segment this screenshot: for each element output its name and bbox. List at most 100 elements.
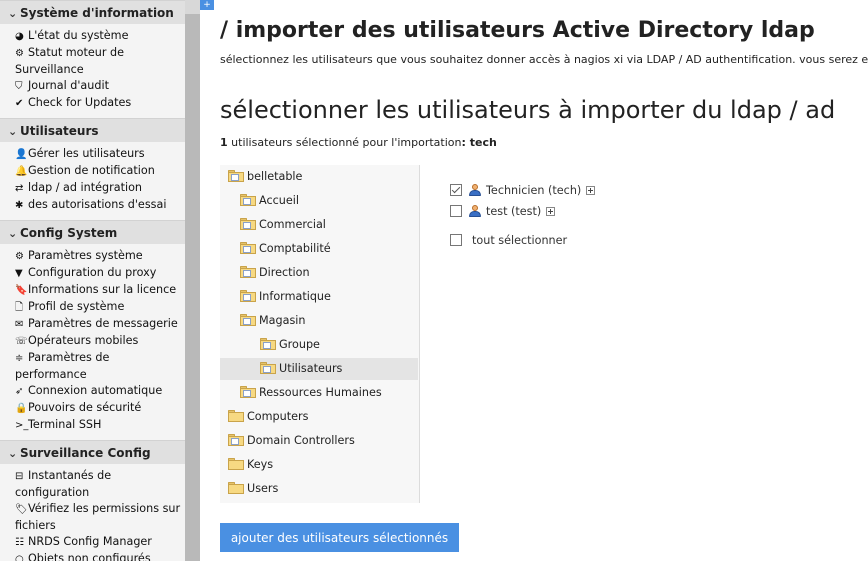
select-all-row[interactable]: tout sélectionner: [450, 232, 567, 250]
tag-icon: 🏷: [15, 504, 28, 515]
tree-node[interactable]: Utilisateurs: [220, 358, 418, 380]
tree-node[interactable]: Keys: [220, 454, 418, 476]
tree-node[interactable]: Informatique: [220, 286, 418, 308]
tree-node-label: Computers: [247, 410, 309, 423]
select-all-label[interactable]: tout sélectionner: [472, 234, 567, 247]
sitemap-icon: ☷: [15, 537, 24, 548]
tree-node[interactable]: Direction: [220, 262, 418, 284]
folder-icon: [240, 314, 256, 326]
tree-node-label: Informatique: [259, 290, 331, 303]
selected-count: 1: [220, 136, 228, 149]
file-icon: 🗋: [15, 302, 24, 313]
sidebar-item[interactable]: ✱ des autorisations d'essai: [0, 197, 185, 214]
sidebar-item-label: Gérer les utilisateurs: [28, 147, 145, 160]
tree-node[interactable]: Groupe: [220, 334, 418, 356]
main-content: / importer des utilisateurs Active Direc…: [220, 0, 868, 561]
sidebar-item-label: Vérifiez les permissions sur fichiers: [15, 502, 181, 532]
sidebar-scrollbar[interactable]: [185, 0, 200, 561]
section-title: sélectionner les utilisateurs à importer…: [220, 96, 836, 124]
sidebar-section-header[interactable]: ⌄ Système d'information: [0, 0, 185, 24]
tree-node[interactable]: Ressources Humaines: [220, 382, 418, 404]
tree-node[interactable]: Magasin: [220, 310, 418, 332]
sidebar-item-label: Objets non configurés: [28, 552, 151, 561]
sidebar-item[interactable]: 🗋 Profil de système: [0, 299, 185, 316]
sidebar-item[interactable]: >_Terminal SSH: [0, 417, 185, 434]
select-all-checkbox[interactable]: [450, 234, 462, 246]
sidebar-item[interactable]: ☷ NRDS Config Manager: [0, 534, 185, 551]
tree-node-label: Utilisateurs: [279, 362, 343, 375]
bookmark-icon: 🔖: [15, 285, 28, 296]
sidebar-item[interactable]: 🔒Pouvoirs de sécurité: [0, 400, 185, 417]
chevron-down-icon: ⌄: [8, 227, 18, 240]
user-row: test (test): [450, 203, 556, 221]
pie-chart-icon: ◕: [15, 31, 24, 42]
user-label[interactable]: test (test): [486, 205, 541, 218]
tree-node[interactable]: Commercial: [220, 214, 418, 236]
sidebar-section-header[interactable]: ⌄ Surveillance Config: [0, 440, 185, 464]
sidebar-item[interactable]: ⛉ Journal d'audit: [0, 78, 185, 95]
folder-icon: [228, 410, 244, 422]
user-checkbox[interactable]: [450, 205, 462, 217]
tree-node[interactable]: Domain Controllers: [220, 430, 418, 452]
sidebar-item-label: NRDS Config Manager: [28, 535, 152, 548]
sidebar-item[interactable]: ◕ L'état du système: [0, 28, 185, 45]
folder-icon: [240, 218, 256, 230]
sidebar-item-label: Pouvoirs de sécurité: [28, 401, 142, 414]
expand-plus-icon[interactable]: [586, 185, 596, 195]
chevron-down-icon: ⌄: [8, 7, 18, 20]
chevron-down-icon: ⌄: [8, 125, 18, 138]
sidebar-item[interactable]: ✔ Check for Updates: [0, 95, 185, 112]
sidebar-item[interactable]: ○ Objets non configurés: [0, 551, 185, 561]
sidebar-item-label: des autorisations d'essai: [28, 198, 167, 211]
sidebar-item-label: Gestion de notification: [28, 164, 155, 177]
sidebar-item[interactable]: ⚙ Paramètres système: [0, 248, 185, 265]
sliders-icon: ≑: [15, 353, 24, 364]
filter-icon: ▼: [15, 268, 23, 279]
expand-plus-icon[interactable]: +: [200, 0, 214, 10]
add-selected-users-button[interactable]: ajouter des utilisateurs sélectionnés: [220, 523, 459, 552]
tree-node-label: Keys: [247, 458, 274, 471]
tree-node[interactable]: Users: [220, 478, 418, 500]
sidebar-item-label: ldap / ad intégration: [28, 181, 143, 194]
sidebar-item[interactable]: ☏Opérateurs mobiles: [0, 333, 185, 350]
envelope-icon: ✉: [15, 319, 24, 330]
sidebar: ⌄ Système d'information ◕ L'état du système…: [0, 0, 185, 561]
sidebar-section-header[interactable]: ⌄ Utilisateurs: [0, 118, 185, 142]
tree-node[interactable]: Accueil: [220, 190, 418, 212]
tree-node[interactable]: Computers: [220, 406, 418, 428]
tree-node[interactable]: Comptabilité: [220, 238, 418, 260]
sidebar-item[interactable]: ▼ Configuration du proxy: [0, 265, 185, 282]
sidebar-item[interactable]: ⊟ Instantanés de configuration: [0, 468, 185, 501]
user-label[interactable]: Technicien (tech): [486, 184, 581, 197]
sidebar-section-list: 👤Gérer les utilisateurs 🔔Gestion de notif…: [0, 142, 185, 220]
sidebar-item[interactable]: ➶ Connexion automatique: [0, 383, 185, 400]
sidebar-item-label: Connexion automatique: [28, 384, 163, 397]
tree-node-label: belletable: [247, 170, 303, 183]
sidebar-item[interactable]: ✉ Paramètres de messagerie: [0, 316, 185, 333]
sidebar-section-list: ◕ L'état du système ⚙ Statut moteur de Surv…: [0, 24, 185, 118]
tree-node-label: Comptabilité: [259, 242, 331, 255]
sidebar-section-list: ⚙ Paramètres système ▼ Configuration du pro…: [0, 244, 185, 440]
sidebar-item-label: Informations sur la licence: [28, 283, 177, 296]
tree-node-label: Accueil: [259, 194, 299, 207]
sidebar-item[interactable]: 🔖Informations sur la licence: [0, 282, 185, 299]
folder-icon: [240, 266, 256, 278]
sidebar-section-header[interactable]: ⌄ Config System: [0, 220, 185, 244]
sidebar-item[interactable]: ⚙ Statut moteur de Surveillance: [0, 45, 185, 78]
sidebar-item[interactable]: ≑ Paramètres de performance: [0, 350, 185, 383]
expand-plus-icon[interactable]: [546, 206, 556, 216]
sidebar-item[interactable]: 👤Gérer les utilisateurs: [0, 146, 185, 163]
tree-node[interactable]: belletable: [220, 166, 418, 188]
sidebar-section-title: Surveillance Config: [20, 446, 151, 460]
sidebar-item-label: Configuration du proxy: [28, 266, 157, 279]
sidebar-item[interactable]: ⇄ ldap / ad intégration: [0, 180, 185, 197]
scrollbar-up-arrow[interactable]: [185, 0, 200, 14]
selected-text: utilisateurs sélectionné pour l'importat…: [227, 136, 462, 149]
user-row: Technicien (tech): [450, 182, 596, 200]
user-checkbox[interactable]: [450, 184, 462, 196]
sidebar-section-title: Système d'information: [20, 6, 174, 20]
folder-icon: [240, 290, 256, 302]
sidebar-item[interactable]: 🔔Gestion de notification: [0, 163, 185, 180]
tree-node-label: Domain Controllers: [247, 434, 355, 447]
sidebar-item[interactable]: 🏷Vérifiez les permissions sur fichiers: [0, 501, 185, 534]
